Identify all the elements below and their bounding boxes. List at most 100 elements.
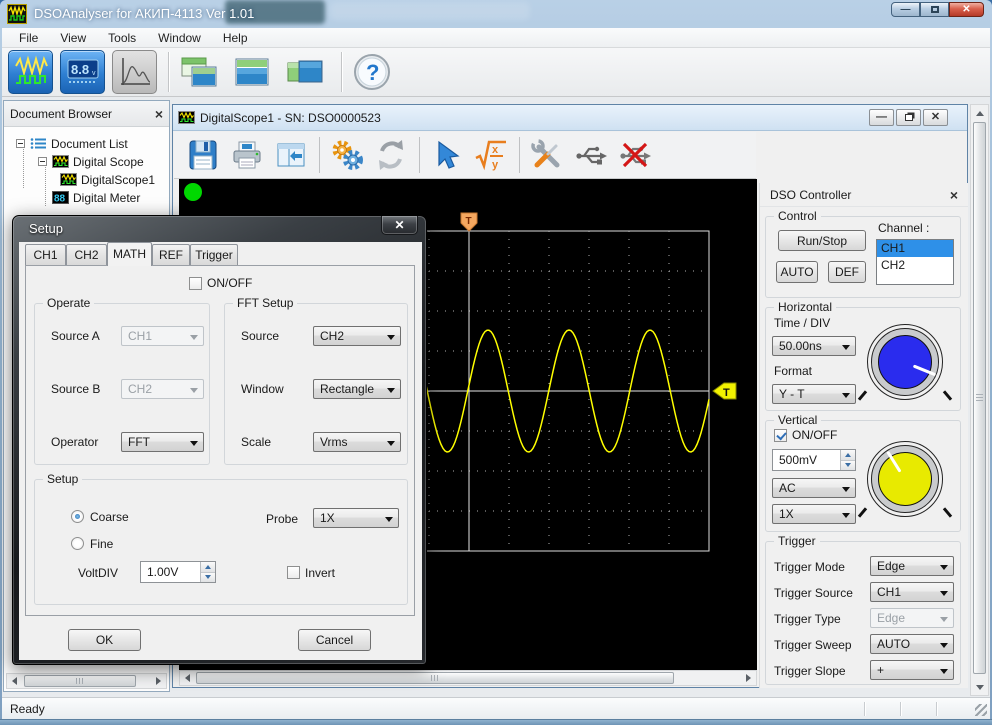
time-div-knob[interactable] [867, 324, 943, 400]
channel-listbox[interactable]: CH1 CH2 [876, 239, 954, 285]
voltdiv-spinner[interactable]: 1.00V [140, 561, 216, 583]
cancel-button[interactable]: Cancel [298, 629, 371, 651]
digital-meter-button[interactable]: 8.8 v [60, 50, 105, 94]
dso-controller-close-icon[interactable]: × [950, 189, 958, 201]
spinner-buttons [200, 562, 215, 582]
spin-down-icon[interactable] [201, 572, 215, 583]
tab-ref[interactable]: REF [152, 244, 190, 265]
vertical-group-legend: Vertical [774, 413, 821, 427]
spin-down-icon[interactable] [841, 460, 855, 471]
tile-vertical-button[interactable] [284, 52, 326, 92]
tab-math[interactable]: MATH [107, 242, 152, 266]
source-b-value: CH2 [128, 382, 152, 396]
digital-scope-button[interactable] [8, 50, 53, 94]
toolbar-separator-2 [341, 52, 342, 92]
auto-button[interactable]: AUTO [776, 261, 818, 283]
tools-button[interactable] [528, 136, 566, 174]
def-button[interactable]: DEF [828, 261, 866, 283]
scroll-right-icon[interactable] [151, 674, 166, 688]
probe-combo[interactable]: 1X [772, 504, 856, 524]
menu-file[interactable]: File [8, 29, 49, 47]
trigger-slope-combo[interactable]: + [870, 660, 954, 680]
channel-option-ch2[interactable]: CH2 [877, 257, 953, 274]
vertical-scale-spinner[interactable]: 500mV [772, 449, 856, 471]
menu-tools[interactable]: Tools [97, 29, 147, 47]
close-button[interactable]: ✕ [949, 2, 984, 17]
vertical-onoff-checkbox[interactable] [774, 429, 787, 442]
tree-item-document-list[interactable]: Document List [16, 135, 128, 152]
spin-up-icon[interactable] [201, 562, 215, 572]
digitalscope-close-button[interactable]: ✕ [923, 109, 948, 126]
math-button[interactable]: x y [472, 136, 510, 174]
digitalscope-restore-button[interactable] [896, 109, 921, 126]
document-browser-close-icon[interactable]: × [155, 108, 163, 120]
trigger-source-combo[interactable]: CH1 [870, 582, 954, 602]
spectrum-analyser-button[interactable] [112, 50, 157, 94]
print-button[interactable] [228, 136, 266, 174]
panel-layout-button[interactable] [272, 136, 310, 174]
time-div-combo[interactable]: 50.00ns [772, 336, 856, 356]
desktop-glass-artifact-2 [330, 2, 530, 20]
tab-ch2[interactable]: CH2 [66, 244, 107, 265]
trigger-sweep-combo[interactable]: AUTO [870, 634, 954, 654]
scroll-left-icon[interactable] [180, 671, 195, 685]
coarse-radio[interactable] [71, 510, 84, 523]
trigger-type-label: Trigger Type [774, 612, 841, 626]
scroll-down-icon[interactable] [972, 680, 987, 694]
collapse-icon-2[interactable] [38, 157, 47, 166]
channel-option-ch1[interactable]: CH1 [877, 240, 953, 257]
spin-up-icon[interactable] [841, 450, 855, 460]
fine-radio[interactable] [71, 537, 84, 550]
usb-disconnect-button[interactable] [616, 136, 654, 174]
tab-ch1[interactable]: CH1 [25, 244, 66, 265]
tree-item-digitalscope1[interactable]: DigitalScope1 [60, 171, 155, 188]
setup-dialog-close-button[interactable]: ✕ [381, 216, 418, 235]
help-button[interactable]: ? [351, 52, 393, 92]
scrollbar-thumb[interactable] [24, 675, 136, 687]
digitalscope-hscrollbar[interactable] [179, 670, 757, 686]
invert-checkbox[interactable] [287, 566, 300, 579]
scroll-up-icon[interactable] [972, 106, 987, 120]
save-button[interactable] [184, 136, 222, 174]
tree-item-digital-meter[interactable]: 88 Digital Meter [38, 189, 140, 206]
coupling-combo[interactable]: AC [772, 478, 856, 498]
digitalscope-minimize-button[interactable]: — [869, 109, 894, 126]
status-separator [864, 702, 865, 716]
trigger-mode-combo[interactable]: Edge [870, 556, 954, 576]
resize-grip[interactable] [975, 704, 987, 716]
fft-source-combo[interactable]: CH2 [313, 326, 401, 346]
menu-window[interactable]: Window [147, 29, 212, 47]
mdi-vscrollbar[interactable] [970, 104, 989, 696]
ok-button[interactable]: OK [68, 629, 141, 651]
document-browser-hscrollbar[interactable] [6, 673, 167, 689]
format-combo[interactable]: Y - T [772, 384, 856, 404]
cursor-button[interactable] [428, 136, 466, 174]
settings-button[interactable] [328, 136, 366, 174]
scrollbar-thumb[interactable] [973, 122, 986, 674]
refresh-button[interactable] [372, 136, 410, 174]
tab-trigger[interactable]: Trigger [190, 244, 238, 265]
scroll-right-icon[interactable] [741, 671, 756, 685]
minimize-button[interactable]: — [891, 2, 920, 17]
knob-face [878, 452, 932, 506]
cascade-windows-button[interactable] [178, 52, 220, 92]
tile-horizontal-button[interactable] [231, 52, 273, 92]
setup-probe-combo[interactable]: 1X [313, 508, 399, 528]
trigger-position-marker[interactable]: T [461, 213, 477, 231]
menu-help[interactable]: Help [212, 29, 259, 47]
usb-connect-button[interactable] [572, 136, 610, 174]
trigger-level-marker[interactable]: T [713, 383, 736, 399]
math-onoff-checkbox[interactable] [189, 277, 202, 290]
menu-view[interactable]: View [49, 29, 97, 47]
collapse-icon[interactable] [16, 139, 25, 148]
scrollbar-thumb[interactable] [196, 672, 674, 684]
tree-item-digital-scope[interactable]: Digital Scope [38, 153, 144, 170]
maximize-button[interactable] [920, 2, 949, 17]
knob-face [878, 335, 932, 389]
run-stop-button[interactable]: Run/Stop [778, 230, 866, 251]
operator-combo[interactable]: FFT [121, 432, 204, 452]
vertical-scale-knob[interactable] [867, 441, 943, 517]
fft-scale-combo[interactable]: Vrms [313, 432, 401, 452]
fft-window-combo[interactable]: Rectangle [313, 379, 401, 399]
scroll-left-icon[interactable] [7, 674, 22, 688]
